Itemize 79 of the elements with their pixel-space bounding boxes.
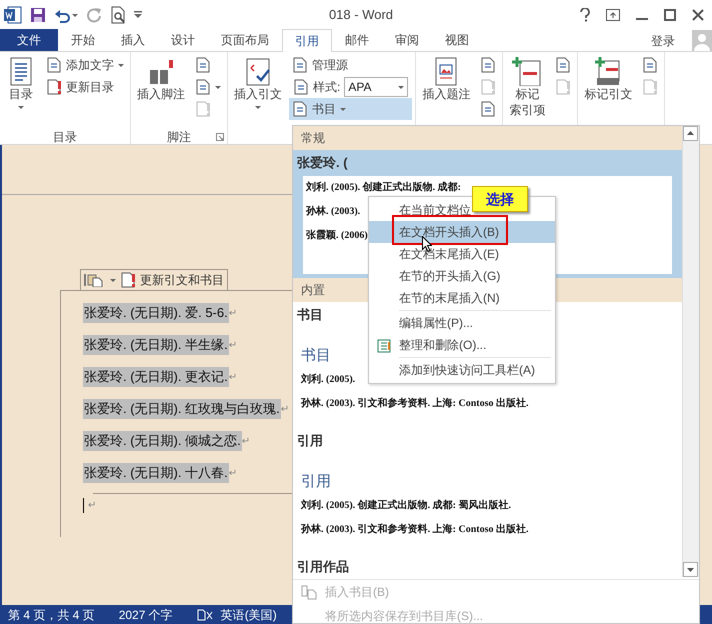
caret-icon — [340, 108, 346, 110]
menu-item[interactable]: 编辑属性(P)... — [369, 312, 555, 334]
file-tab[interactable]: 文件 — [0, 29, 58, 51]
gallery-section-header: 常规 — [293, 126, 682, 150]
caret-icon — [118, 64, 124, 66]
preview-heading: 引用 — [301, 473, 331, 492]
menu-item[interactable]: 添加到快速访问工具栏(A) — [369, 359, 555, 381]
proofing-icon[interactable] — [196, 608, 213, 620]
scroll-up-icon[interactable] — [683, 126, 698, 141]
preview-entry: 刘利. (2005). 创建正式出版物. 成都: 蜀风出版社. — [301, 498, 511, 512]
bibliography-entry: 张爱玲. (无日期). 半生缘. — [83, 335, 229, 355]
preview-heading: 书目 — [301, 346, 331, 366]
print-preview-icon[interactable] — [110, 6, 126, 24]
window-title: 018 - Word — [328, 7, 394, 22]
paragraph-mark: ↵ — [228, 306, 238, 320]
preview-entry: 孙林. (2003). 引文和参考资料. 上海: Contoso 出版社. — [301, 396, 528, 410]
bibliography-entry: 张爱玲. (无日期). 爱. 5-6. — [83, 303, 229, 323]
word-count: 2027 个字 — [118, 606, 173, 624]
maximize-icon[interactable] — [664, 9, 676, 21]
ribbon-button[interactable]: 管理源 — [289, 54, 412, 76]
menu-item[interactable]: 在文档开头插入(B) — [369, 221, 555, 243]
sign-in-link[interactable]: 登录 — [638, 30, 688, 52]
customize-caret-icon[interactable] — [134, 11, 142, 19]
ribbon-tab[interactable]: 视图 — [432, 29, 482, 51]
ribbon-tab[interactable]: 开始 — [58, 29, 108, 51]
paragraph-mark: ↵ — [228, 466, 238, 480]
help-icon[interactable] — [580, 8, 590, 22]
bibliography-entry: 张爱玲. (无日期). 十八春. — [83, 463, 229, 483]
preview-entry: 刘利. (2005). 创建正式出版物. 成都: — [306, 180, 461, 194]
paragraph-mark: ↵ — [228, 338, 238, 352]
text-cursor — [83, 498, 84, 513]
list-icon — [377, 339, 391, 353]
ribbon-tab[interactable]: 审阅 — [382, 29, 432, 51]
preview-entry: 张霞颖. (2006) — [306, 228, 368, 242]
ribbon-tab[interactable]: 页面布局 — [208, 29, 282, 51]
word-logo-icon — [4, 6, 22, 24]
language-label: 英语(美国) — [220, 606, 277, 624]
bibliography-icon — [301, 584, 317, 600]
large-ribbon-button[interactable]: 标记 索引项 — [506, 54, 548, 128]
dialog-launcher-icon[interactable] — [216, 133, 224, 141]
caret-icon — [398, 86, 404, 88]
preview-entry: 孙林. (2003). — [306, 204, 360, 218]
ribbon-tab[interactable]: 邮件 — [332, 29, 382, 51]
ribbon-button[interactable]: 添加文字 — [43, 54, 127, 76]
group-label: 脚注 — [167, 130, 191, 144]
preview-entry: 孙林. (2003). 引文和参考资料. 上海: Contoso 出版社. — [301, 522, 528, 536]
caret-icon — [110, 278, 116, 282]
large-ribbon-button[interactable]: 目录 — [3, 54, 39, 128]
update-citations-button[interactable]: 更新引文和书目 — [120, 271, 224, 289]
paragraph-mark: ↵ — [228, 370, 238, 384]
scroll-down-icon[interactable] — [683, 562, 698, 577]
page-count: 第 4 页，共 4 页 — [8, 606, 95, 624]
large-ribbon-button[interactable]: 插入引文 — [231, 54, 285, 128]
undo-icon[interactable] — [54, 7, 78, 23]
bibliography-entry: 张爱玲. (无日期). 红玫瑰与白玫瑰. — [83, 399, 281, 419]
style-dropdown[interactable]: APA — [344, 77, 408, 97]
paragraph-mark: ↵ — [280, 402, 290, 416]
gallery-item[interactable]: 引用作品 — [293, 554, 682, 579]
save-icon[interactable] — [30, 7, 46, 23]
bibliography-entry: 张爱玲. (无日期). 倾城之恋. — [83, 431, 242, 451]
caret-icon — [215, 86, 221, 88]
large-ribbon-button[interactable]: 插入脚注 — [134, 54, 188, 128]
ribbon-tab[interactable]: 插入 — [108, 29, 158, 51]
paragraph-mark: ↵ — [242, 434, 250, 448]
bibliography-entry: 张爱玲. (无日期). 更衣记. — [83, 367, 229, 387]
preview-entry: 刘利. (2005). — [301, 372, 356, 386]
callout-tooltip: 选择 — [472, 186, 528, 212]
style-label: 样式: — [313, 79, 340, 96]
ribbon-display-icon[interactable] — [606, 9, 620, 21]
ribbon-button[interactable]: 更新目录 — [43, 76, 127, 98]
caret-icon — [18, 106, 24, 109]
group-label: 目录 — [53, 130, 77, 144]
paragraph-mark: ↵ — [88, 499, 96, 513]
ribbon-tab[interactable]: 引用 — [282, 29, 332, 52]
close-icon[interactable] — [692, 9, 704, 21]
ribbon-button[interactable]: 书目 — [289, 98, 412, 120]
caret-icon — [255, 106, 261, 109]
menu-item[interactable]: 整理和删除(O)... — [369, 334, 555, 356]
ribbon-tab[interactable]: 设计 — [158, 29, 208, 51]
